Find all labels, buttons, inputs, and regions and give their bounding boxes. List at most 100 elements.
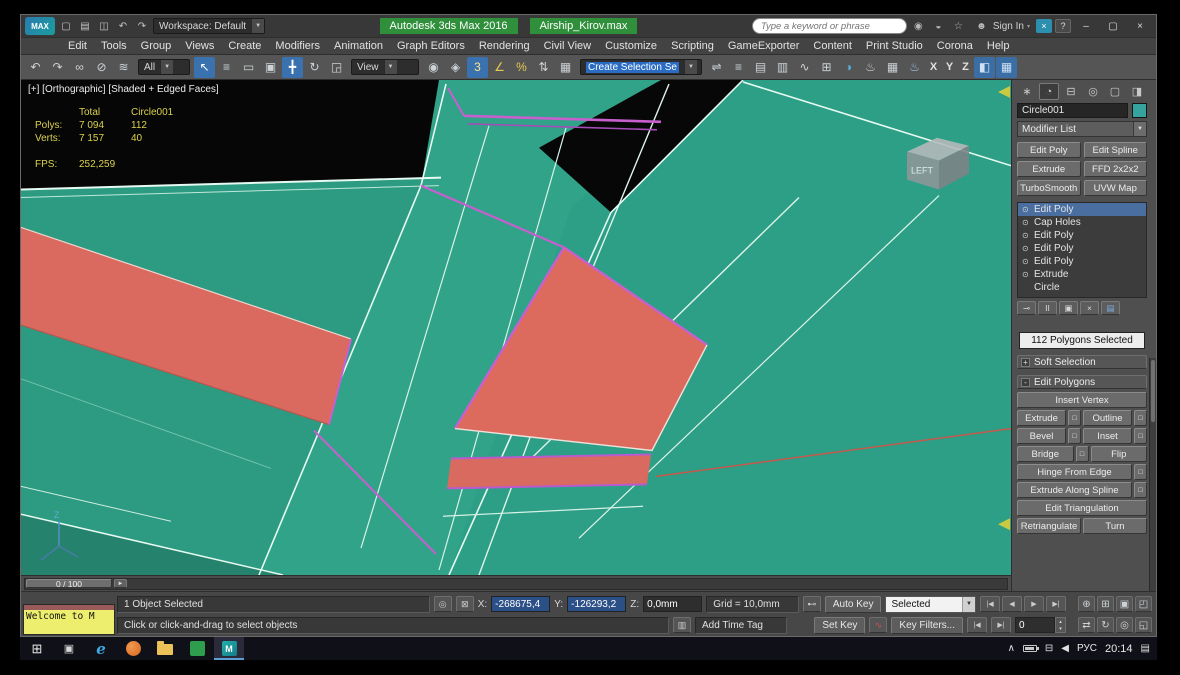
menu-item[interactable]: Scripting: [664, 40, 721, 52]
schematic-view-icon[interactable]: ⊞: [816, 57, 837, 78]
extrude-button[interactable]: Extrude: [1017, 410, 1066, 426]
y-coordinate-field[interactable]: -126293,2: [567, 596, 626, 612]
modifier-visibility-icon[interactable]: ⊙: [1022, 231, 1031, 240]
toolbar-extra-icon-2[interactable]: ▦: [996, 57, 1017, 78]
z-coordinate-field[interactable]: 0,0mm: [643, 596, 702, 612]
listener-text[interactable]: Welcome to M: [24, 610, 114, 634]
modifier-set-button[interactable]: UVW Map: [1084, 180, 1148, 196]
select-and-manipulate-icon[interactable]: ◈: [445, 57, 466, 78]
time-slider-handle[interactable]: 0 / 100: [26, 579, 112, 588]
prompt-side-icon[interactable]: ▥: [673, 617, 691, 633]
menu-item[interactable]: Content: [806, 40, 859, 52]
edit-named-selection-sets-icon[interactable]: ▦: [555, 57, 576, 78]
save-file-icon[interactable]: ◫: [96, 18, 112, 34]
taskbar-app-green-button[interactable]: [182, 637, 212, 660]
turn-button[interactable]: Turn: [1083, 518, 1147, 534]
object-name-field[interactable]: Circle001: [1017, 103, 1128, 118]
key-filters-button[interactable]: Key Filters...: [891, 617, 963, 634]
start-button[interactable]: ⊞: [22, 637, 52, 660]
taskbar-edge-button[interactable]: e: [86, 637, 116, 660]
clock[interactable]: 20:14: [1105, 643, 1133, 655]
rendered-frame-icon[interactable]: ▦: [882, 57, 903, 78]
remove-modifier-button[interactable]: ×: [1080, 301, 1099, 315]
menu-item[interactable]: Tools: [94, 40, 134, 52]
menu-item[interactable]: Customize: [598, 40, 664, 52]
infocenter-search-input[interactable]: [752, 18, 907, 34]
use-pivot-center-icon[interactable]: ◉: [423, 57, 444, 78]
expand-icon[interactable]: +: [1021, 358, 1030, 367]
play-button[interactable]: ▶: [1024, 596, 1044, 612]
menu-item[interactable]: Group: [134, 40, 179, 52]
axis-constraint-button[interactable]: X: [926, 58, 941, 76]
menu-item[interactable]: Edit: [61, 40, 94, 52]
modifier-visibility-icon[interactable]: ⊙: [1022, 218, 1031, 227]
modifier-set-button[interactable]: Edit Spline: [1084, 142, 1148, 158]
modifier-stack-row[interactable]: ⊙ Circle: [1018, 281, 1146, 294]
current-frame-spinner[interactable]: 0 ▴ ▾: [1015, 617, 1066, 633]
rectangular-selection-icon[interactable]: ▭: [238, 57, 259, 78]
select-and-rotate-icon[interactable]: ↻: [304, 57, 325, 78]
retriangulate-button[interactable]: Retriangulate: [1017, 518, 1081, 534]
rollout-edit-polygons[interactable]: - Edit Polygons: [1017, 375, 1147, 389]
time-step-button[interactable]: ►: [114, 579, 127, 588]
rollout-soft-selection[interactable]: + Soft Selection: [1017, 355, 1147, 369]
set-key-mode-icon[interactable]: ∿: [869, 617, 887, 633]
undo-icon[interactable]: ↶: [25, 57, 46, 78]
menu-item[interactable]: Views: [178, 40, 221, 52]
flip-button[interactable]: Flip: [1091, 446, 1148, 462]
network-icon[interactable]: ⊟: [1045, 643, 1053, 654]
zoom-button[interactable]: ⊕: [1078, 596, 1095, 612]
modifier-stack-row[interactable]: ⊙ Cap Holes: [1018, 216, 1146, 229]
modifier-visibility-icon[interactable]: ⊙: [1022, 205, 1031, 214]
prev-frame-button[interactable]: ◀: [1002, 596, 1022, 612]
extrude-along-spline-button[interactable]: Extrude Along Spline: [1017, 482, 1132, 498]
percent-snap-icon[interactable]: %: [511, 57, 532, 78]
spinner-arrows[interactable]: ▴ ▾: [1055, 617, 1066, 633]
axis-constraint-button[interactable]: Z: [958, 58, 973, 76]
undo-icon[interactable]: ↶: [115, 18, 131, 34]
isolate-selection-icon[interactable]: ◎: [434, 596, 452, 612]
close-button[interactable]: ×: [1128, 17, 1152, 35]
select-and-scale-icon[interactable]: ◲: [326, 57, 347, 78]
menu-item[interactable]: Animation: [327, 40, 390, 52]
prev-key-button[interactable]: |◀: [967, 617, 987, 633]
toggle-layer-explorer-icon[interactable]: ▥: [772, 57, 793, 78]
collapse-icon[interactable]: -: [1021, 378, 1030, 387]
reference-coordinate-dropdown[interactable]: View ▼: [351, 59, 419, 75]
modifier-visibility-icon[interactable]: ⊙: [1022, 257, 1031, 266]
select-object-icon[interactable]: ↖: [194, 57, 215, 78]
align-icon[interactable]: ≡: [728, 57, 749, 78]
menu-item[interactable]: Corona: [930, 40, 980, 52]
current-frame-field[interactable]: 0: [1015, 617, 1055, 633]
modifier-visibility-icon[interactable]: ⊙: [1022, 244, 1031, 253]
task-view-button[interactable]: ▣: [54, 637, 84, 660]
walkthrough-button[interactable]: ◎: [1116, 617, 1133, 633]
bridge-button[interactable]: Bridge: [1017, 446, 1074, 462]
viewport[interactable]: LEFT Z [+] [Orthographic] [Shaded + Edge…: [21, 80, 1011, 575]
binoculars-search-icon[interactable]: ◉: [910, 18, 927, 35]
sign-in-button[interactable]: ☻ Sign In ▾: [970, 18, 1033, 35]
pin-stack-button[interactable]: ⊸: [1017, 301, 1036, 315]
command-panel-scrollbar[interactable]: [1149, 358, 1156, 591]
snaps-toggle-icon[interactable]: 3: [467, 57, 488, 78]
inset-settings-button[interactable]: □: [1134, 428, 1147, 444]
create-tab[interactable]: ∗: [1017, 83, 1037, 100]
set-key-button[interactable]: Set Key: [814, 617, 865, 634]
redo-icon[interactable]: ↷: [47, 57, 68, 78]
window-crossing-icon[interactable]: ▣: [260, 57, 281, 78]
menu-item[interactable]: Graph Editors: [390, 40, 472, 52]
next-key-button[interactable]: ▶|: [991, 617, 1011, 633]
mirror-icon[interactable]: ⇌: [706, 57, 727, 78]
modifier-visibility-icon[interactable]: ⊙: [1022, 270, 1031, 279]
taskbar-3dsmax-button[interactable]: M: [214, 637, 244, 660]
tray-chevron-icon[interactable]: ∧: [1008, 643, 1015, 654]
menu-item[interactable]: Civil View: [537, 40, 598, 52]
spinner-up-icon[interactable]: ▴: [1056, 618, 1065, 625]
bevel-settings-button[interactable]: □: [1068, 428, 1081, 444]
add-time-tag[interactable]: Add Time Tag: [695, 617, 787, 634]
modifier-stack-row[interactable]: ⊙ Edit Poly: [1018, 229, 1146, 242]
notification-center-icon[interactable]: ▤: [1141, 643, 1150, 654]
toggle-scene-explorer-icon[interactable]: ▤: [750, 57, 771, 78]
x-coordinate-field[interactable]: -268675,4: [491, 596, 550, 612]
curve-editor-icon[interactable]: ∿: [794, 57, 815, 78]
